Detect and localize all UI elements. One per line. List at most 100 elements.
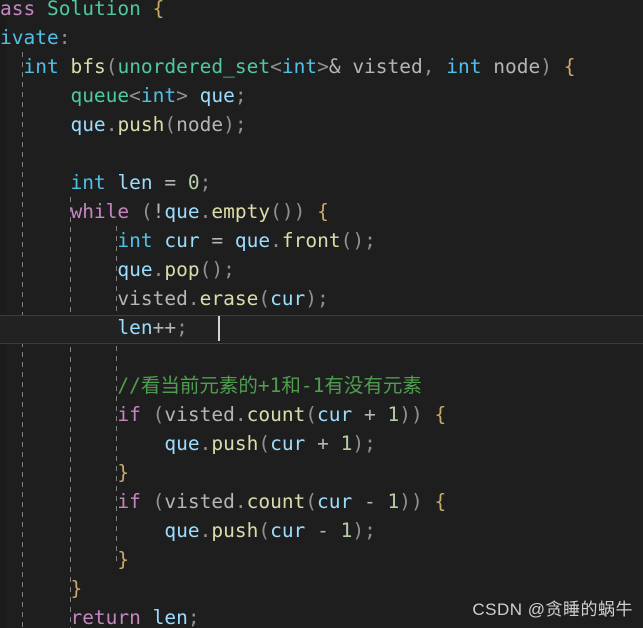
code-line-14[interactable]: if (visted.count(cur + 1)) { — [0, 400, 643, 429]
token-cur: cur — [164, 229, 200, 252]
token-punct: ; — [199, 171, 212, 194]
code-line-12[interactable] — [0, 342, 643, 371]
token-punct: ; — [317, 287, 329, 310]
token-punct: ( — [305, 490, 318, 513]
token-cur: cur — [270, 519, 306, 542]
code-line-16[interactable]: } — [0, 458, 643, 487]
token-punct: ( — [152, 403, 165, 426]
token-punct: ( — [152, 490, 165, 513]
token-que: que — [164, 432, 200, 455]
code-line-10[interactable]: visted.erase(cur); — [0, 284, 643, 313]
token-punct: ( — [270, 200, 282, 223]
token-int: int — [281, 55, 318, 78]
token-push: push — [211, 432, 259, 455]
token-que: que — [164, 519, 200, 542]
token-int: int — [23, 55, 59, 78]
code-line-2[interactable]: int bfs(unordered_set<int>& visted, int … — [0, 52, 643, 81]
token-punct: ( — [258, 432, 271, 455]
token-que: que — [164, 200, 200, 223]
token-visted: visted — [164, 490, 235, 513]
token-punct: . — [199, 519, 212, 542]
token-punct: . — [187, 287, 200, 310]
token-count: count — [246, 490, 306, 513]
code-line-4[interactable]: que.push(node); — [0, 110, 643, 139]
token-punct: ; — [187, 606, 200, 628]
token-que: que — [70, 113, 106, 136]
code-line-0[interactable]: ass Solution { — [0, 0, 643, 23]
token-brace: { — [434, 490, 447, 513]
code-line-6[interactable]: int len = 0; — [0, 168, 643, 197]
token-punct: . — [234, 490, 247, 513]
token-punct: ( — [258, 287, 271, 310]
token-punct: ) — [352, 432, 365, 455]
token-cur: cur — [317, 490, 353, 513]
token-punct: ) — [293, 200, 306, 223]
code-editor[interactable]: ass Solution {ivate: int bfs(unordered_s… — [0, 0, 643, 628]
token-punct: ( — [258, 519, 271, 542]
code-line-3[interactable]: queue<int> que; — [0, 81, 643, 110]
token-angle: > — [176, 84, 188, 107]
token-push: push — [117, 113, 165, 136]
token-punct: . — [270, 229, 282, 252]
token-operator: + — [152, 316, 165, 339]
code-line-15[interactable]: que.push(cur + 1); — [0, 429, 643, 458]
token-len: len — [117, 316, 153, 339]
token-angle: < — [129, 84, 141, 107]
code-line-1[interactable]: ivate: — [0, 23, 643, 52]
token-operator: - — [317, 519, 329, 542]
code-line-17[interactable]: if (visted.count(cur - 1)) { — [0, 487, 643, 516]
token-operator: = — [164, 171, 177, 194]
token-pop: pop — [164, 258, 200, 281]
code-text-layer[interactable]: ass Solution {ivate: int bfs(unordered_s… — [0, 0, 643, 628]
token-operator: + — [317, 432, 329, 455]
token-punct: ; — [364, 519, 376, 542]
token-visted: visted — [117, 287, 188, 310]
token-Solution: Solution — [46, 0, 141, 20]
code-line-19[interactable]: } — [0, 545, 643, 574]
token-punct: ) — [223, 113, 235, 136]
token-return: return — [70, 606, 141, 628]
token-cur: cur — [317, 403, 353, 426]
token-punct: ) — [281, 200, 294, 223]
token-brace: { — [563, 55, 576, 78]
token-punct: ; — [234, 84, 247, 107]
token-int: int — [117, 229, 153, 252]
code-line-9[interactable]: que.pop(); — [0, 255, 643, 284]
code-line-11[interactable]: len++; — [0, 313, 643, 342]
token-punct: . — [234, 403, 247, 426]
token-que: que — [199, 84, 235, 107]
token-operator: - — [364, 490, 376, 513]
watermark-label: CSDN @贪睡的蜗牛 — [472, 600, 633, 619]
token-punct: . — [152, 258, 165, 281]
token-punct: ( — [305, 403, 318, 426]
token-angle: < — [270, 55, 282, 78]
token-if: if — [117, 403, 141, 426]
token-punct: ( — [140, 200, 153, 223]
code-line-8[interactable]: int cur = que.front(); — [0, 226, 643, 255]
text-caret — [218, 316, 220, 341]
token-while: while — [70, 200, 130, 223]
token-node: node — [493, 55, 541, 78]
code-line-7[interactable]: while (!que.empty()) { — [0, 197, 643, 226]
token-front: front — [281, 229, 341, 252]
token-brace: } — [117, 461, 130, 484]
token-punct: ) — [540, 55, 552, 78]
token-int: int — [70, 171, 106, 194]
token-que: que — [234, 229, 271, 252]
token-1: 1 — [387, 490, 400, 513]
token-cur: cur — [270, 432, 306, 455]
token-int: int — [140, 84, 177, 107]
token-node: node — [176, 113, 224, 136]
token-erase: erase — [199, 287, 259, 310]
token-punct: . — [199, 432, 212, 455]
token-0: 0 — [187, 171, 200, 194]
code-line-5[interactable] — [0, 139, 643, 168]
token-punct: ) — [399, 490, 412, 513]
token-punct: ) — [411, 490, 423, 513]
token-punct: ) — [399, 403, 412, 426]
token-1: 1 — [340, 519, 353, 542]
code-line-18[interactable]: que.push(cur - 1); — [0, 516, 643, 545]
code-line-13[interactable]: //看当前元素的+1和-1有没有元素 — [0, 371, 643, 400]
token-punct: ( — [340, 229, 353, 252]
token-if: if — [117, 490, 141, 513]
